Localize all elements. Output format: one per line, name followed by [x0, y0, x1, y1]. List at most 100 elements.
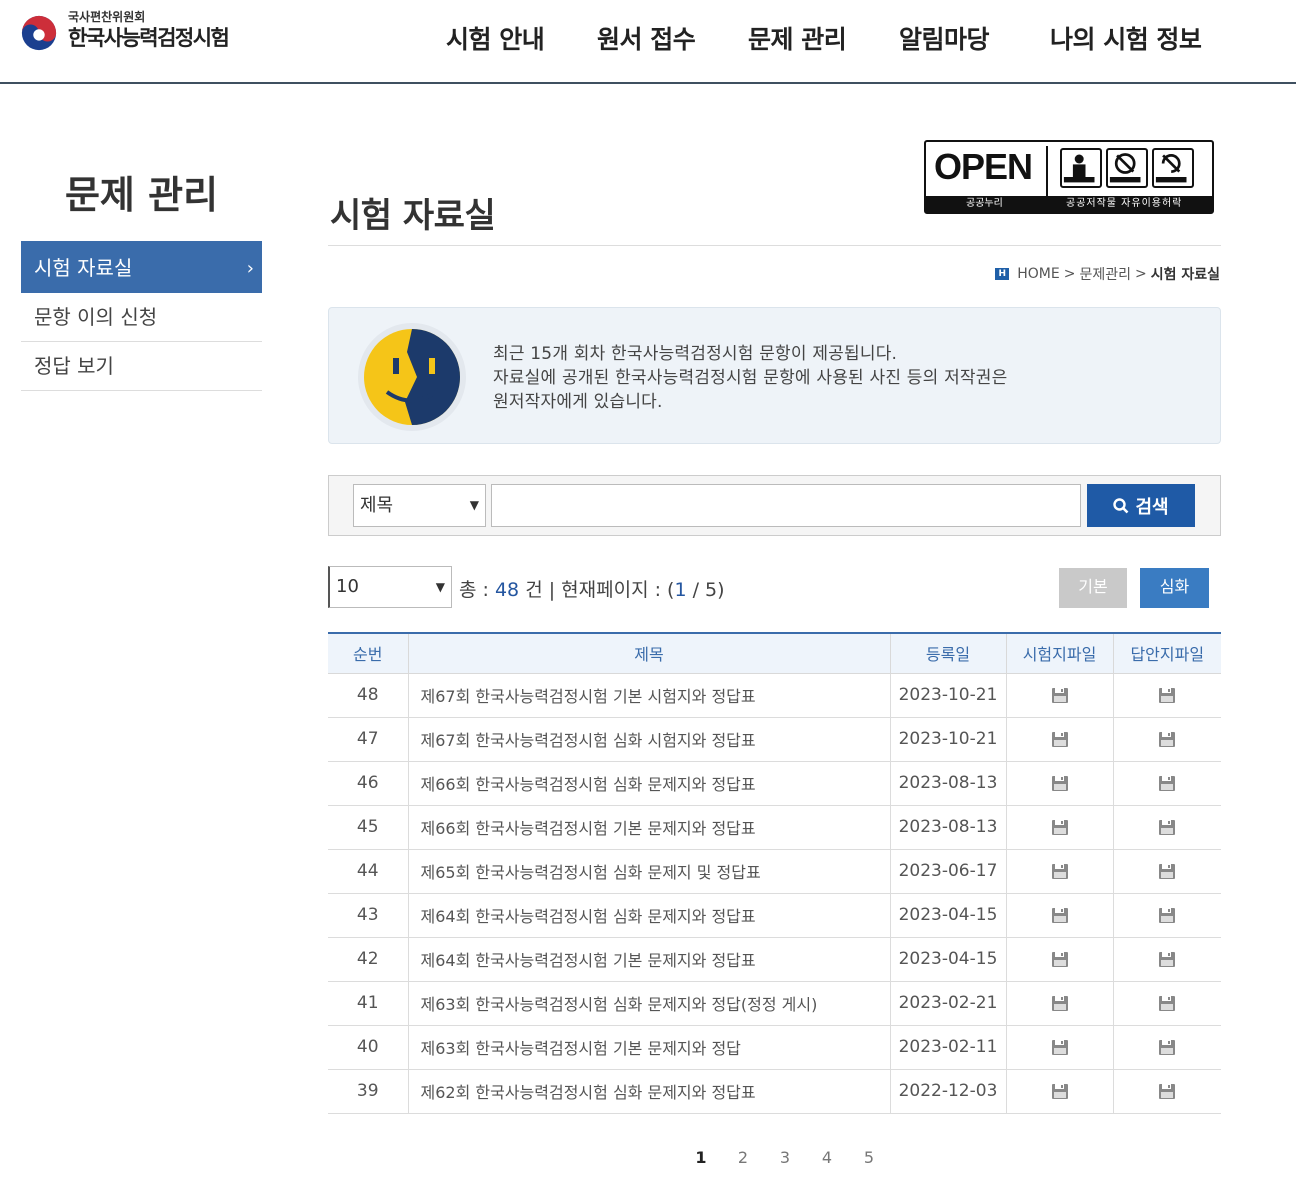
- count-mid: 건 | 현재페이지 : (: [519, 579, 675, 601]
- page-link-3[interactable]: 3: [764, 1148, 806, 1167]
- table-row: 46 제66회 한국사능력검정시험 심화 문제지와 정답표 2023-08-13: [328, 760, 1221, 806]
- breadcrumb: H HOME > 문제관리 > 시험 자료실: [995, 264, 1220, 284]
- exam-file-download[interactable]: [1005, 1024, 1114, 1070]
- exam-file-download[interactable]: [1005, 1068, 1114, 1114]
- breadcrumb-separator: >: [1134, 266, 1147, 282]
- row-title-link[interactable]: 제63회 한국사능력검정시험 기본 문제지와 정답: [407, 1024, 891, 1070]
- sidebar-item-label: 정답 보기: [34, 354, 114, 378]
- floppy-disk-icon: [1051, 995, 1068, 1011]
- search-bar: 제목 ▼ 검색: [328, 475, 1221, 536]
- nav-application[interactable]: 원서 접수: [597, 20, 696, 56]
- floppy-disk-icon: [1159, 995, 1176, 1011]
- page-link-2[interactable]: 2: [722, 1148, 764, 1167]
- exam-file-download[interactable]: [1005, 936, 1114, 982]
- page-size-select[interactable]: 10 ▼: [328, 566, 452, 608]
- table-row: 45 제66회 한국사능력검정시험 기본 문제지와 정답표 2023-08-13: [328, 804, 1221, 850]
- page-link-1[interactable]: 1: [680, 1148, 722, 1167]
- sidebar-title: 문제 관리: [64, 173, 219, 217]
- answer-file-download[interactable]: [1112, 672, 1221, 718]
- search-field-value: 제목: [360, 495, 394, 516]
- answer-file-download[interactable]: [1112, 936, 1221, 982]
- floppy-disk-icon: [1159, 731, 1176, 747]
- answer-file-download[interactable]: [1112, 716, 1221, 762]
- filter-basic-button[interactable]: 기본: [1059, 568, 1127, 608]
- search-button[interactable]: 검색: [1087, 484, 1195, 527]
- row-date: 2023-10-21: [889, 716, 1007, 762]
- col-header-answer-file: 답안지파일: [1112, 633, 1221, 674]
- row-title-link[interactable]: 제67회 한국사능력검정시험 기본 시험지와 정답표: [407, 672, 891, 718]
- person-icon: [1063, 154, 1095, 183]
- answer-file-download[interactable]: [1112, 892, 1221, 938]
- won-icon: [1109, 153, 1141, 183]
- row-title-link[interactable]: 제64회 한국사능력검정시험 심화 문제지와 정답표: [407, 892, 891, 938]
- row-date: 2023-02-21: [889, 980, 1007, 1026]
- archive-table: 순번 제목 등록일 시험지파일 답안지파일 48 제67회 한국사능력검정시험 기…: [328, 632, 1221, 1114]
- site-logo[interactable]: 국사편찬위원회 한국사능력검정시험: [20, 8, 230, 52]
- open-license-desc: 공공저작물 자유이용허락: [1066, 198, 1183, 209]
- col-header-exam-file: 시험지파일: [1005, 633, 1114, 674]
- exam-file-download[interactable]: [1005, 672, 1114, 718]
- row-title-link[interactable]: 제66회 한국사능력검정시험 기본 문제지와 정답표: [407, 804, 891, 850]
- exam-file-download[interactable]: [1005, 760, 1114, 806]
- table-row: 39 제62회 한국사능력검정시험 심화 문제지와 정답표 2022-12-03: [328, 1068, 1221, 1114]
- row-number: 46: [328, 760, 409, 806]
- floppy-disk-icon: [1051, 863, 1068, 879]
- taegeuk-logo-icon: [21, 15, 57, 51]
- table-header-row: 순번 제목 등록일 시험지파일 답안지파일: [328, 633, 1221, 674]
- breadcrumb-separator: >: [1063, 266, 1076, 282]
- floppy-disk-icon: [1159, 907, 1176, 923]
- exam-file-download[interactable]: [1005, 804, 1114, 850]
- nav-my-exam-info[interactable]: 나의 시험 정보: [1050, 20, 1202, 56]
- floppy-disk-icon: [1051, 1039, 1068, 1055]
- sidebar-item-label: 문항 이의 신청: [34, 305, 158, 329]
- nav-notice-board[interactable]: 알림마당: [899, 20, 990, 56]
- notice-line: 자료실에 공개된 한국사능력검정시험 문항에 사용된 사진 등의 저작권은: [493, 368, 1008, 388]
- row-date: 2022-12-03: [889, 1068, 1007, 1114]
- nav-exam-info[interactable]: 시험 안내: [446, 20, 545, 56]
- breadcrumb-home[interactable]: HOME: [1017, 266, 1059, 282]
- home-icon: H: [995, 268, 1010, 280]
- sidebar-item-exam-archive[interactable]: 시험 자료실 ›: [21, 244, 262, 293]
- sidebar-item-objection[interactable]: 문항 이의 신청: [21, 293, 262, 342]
- open-license-name: 공공누리: [966, 198, 1003, 209]
- exam-file-download[interactable]: [1005, 892, 1114, 938]
- answer-file-download[interactable]: [1112, 804, 1221, 850]
- search-field-select[interactable]: 제목 ▼: [353, 484, 486, 527]
- exam-file-download[interactable]: [1005, 980, 1114, 1026]
- answer-file-download[interactable]: [1112, 760, 1221, 806]
- attribution-icon: [1060, 148, 1102, 188]
- row-title-link[interactable]: 제64회 한국사능력검정시험 기본 문제지와 정답표: [407, 936, 891, 982]
- col-header-title: 제목: [407, 633, 891, 674]
- row-title-link[interactable]: 제65회 한국사능력검정시험 심화 문제지 및 정답표: [407, 848, 891, 894]
- answer-file-download[interactable]: [1112, 1068, 1221, 1114]
- exam-file-download[interactable]: [1005, 848, 1114, 894]
- notice-line: 원저작자에게 있습니다.: [493, 392, 663, 412]
- answer-file-download[interactable]: [1112, 1024, 1221, 1070]
- chevron-down-icon: ▼: [435, 580, 445, 594]
- page-link-5[interactable]: 5: [848, 1148, 890, 1167]
- filter-advanced-button[interactable]: 심화: [1140, 568, 1209, 608]
- row-title-link[interactable]: 제67회 한국사능력검정시험 심화 시험지와 정답표: [407, 716, 891, 762]
- row-title-link[interactable]: 제63회 한국사능력검정시험 심화 문제지와 정답(정정 게시): [407, 980, 891, 1026]
- answer-file-download[interactable]: [1112, 848, 1221, 894]
- answer-file-download[interactable]: [1112, 980, 1221, 1026]
- breadcrumb-section[interactable]: 문제관리: [1079, 264, 1131, 284]
- floppy-disk-icon: [1159, 775, 1176, 791]
- total-pages: 5: [705, 579, 718, 601]
- nav-question-management[interactable]: 문제 관리: [748, 20, 847, 56]
- count-suffix: ): [717, 579, 725, 601]
- row-number: 40: [328, 1024, 409, 1070]
- exam-file-download[interactable]: [1005, 716, 1114, 762]
- table-row: 44 제65회 한국사능력검정시험 심화 문제지 및 정답표 2023-06-17: [328, 848, 1221, 894]
- page-link-4[interactable]: 4: [806, 1148, 848, 1167]
- row-title-link[interactable]: 제66회 한국사능력검정시험 심화 문제지와 정답표: [407, 760, 891, 806]
- floppy-disk-icon: [1159, 1039, 1176, 1055]
- floppy-disk-icon: [1159, 687, 1176, 703]
- search-input[interactable]: [491, 484, 1081, 527]
- floppy-disk-icon: [1159, 1083, 1176, 1099]
- no-commercial-icon: [1106, 148, 1148, 188]
- sidebar-item-label: 시험 자료실: [34, 256, 133, 280]
- row-title-link[interactable]: 제62회 한국사능력검정시험 심화 문제지와 정답표: [407, 1068, 891, 1114]
- sidebar-item-answers[interactable]: 정답 보기: [21, 342, 262, 391]
- table-row: 40 제63회 한국사능력검정시험 기본 문제지와 정답 2023-02-11: [328, 1024, 1221, 1070]
